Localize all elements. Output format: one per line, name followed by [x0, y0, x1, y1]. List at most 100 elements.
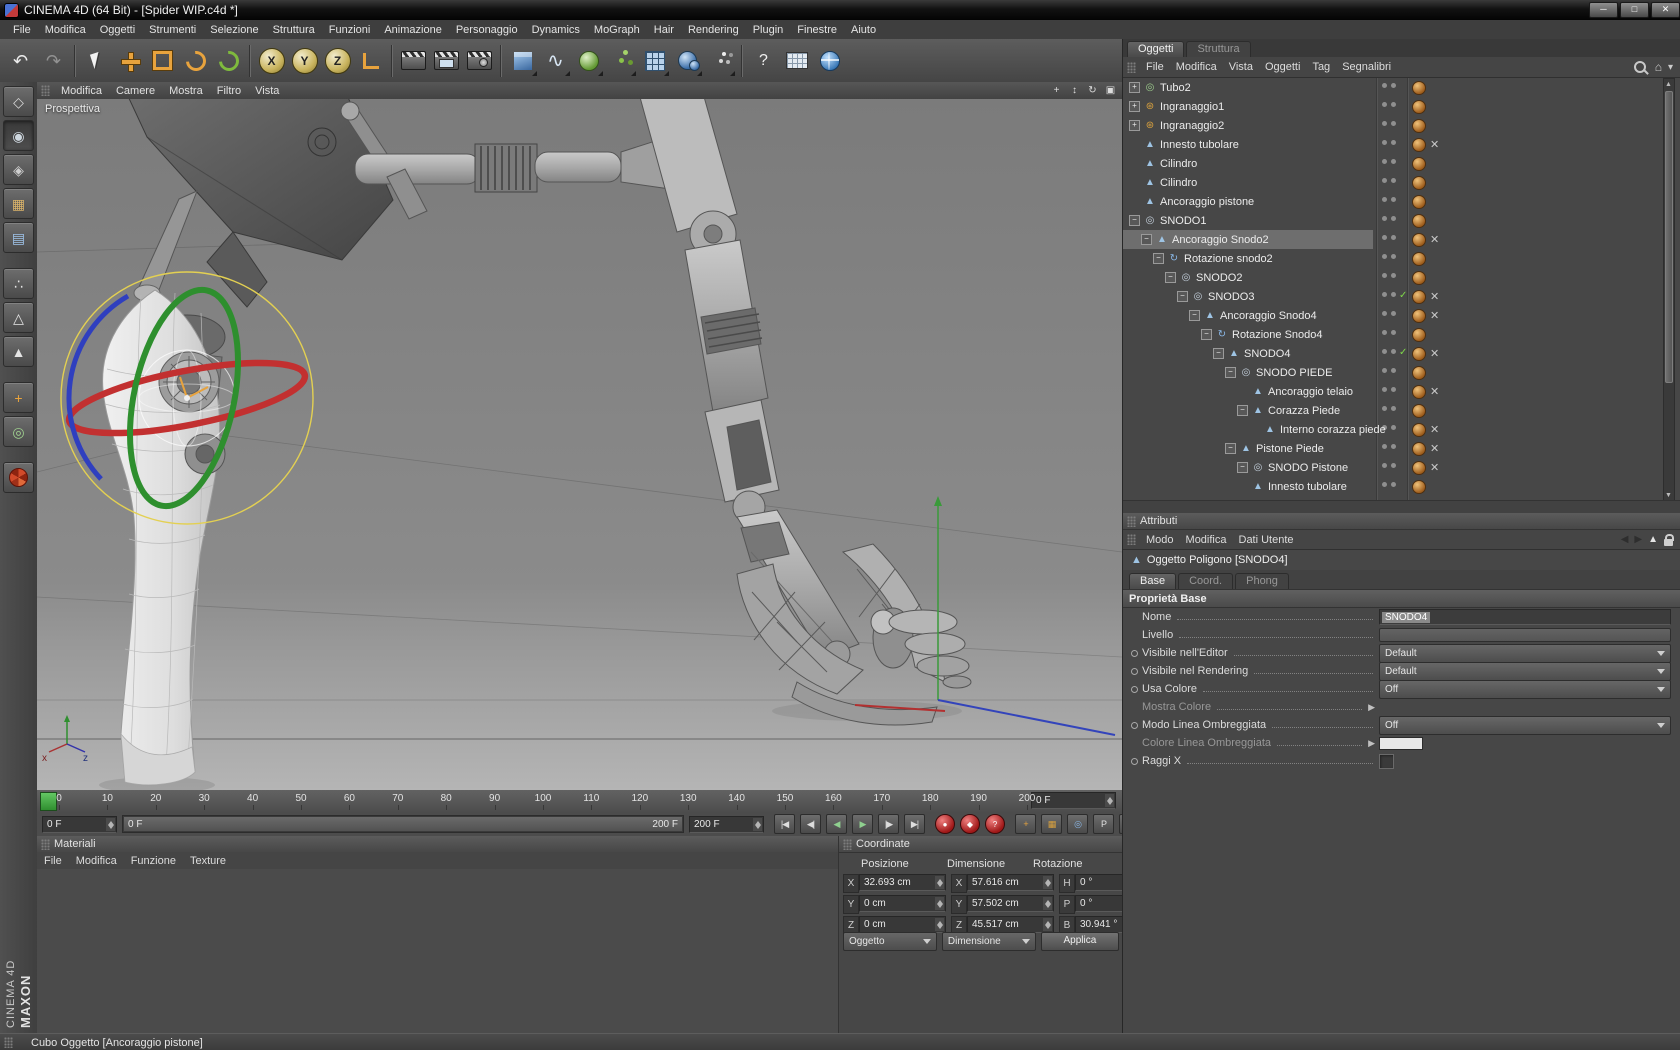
add-boole-button[interactable]	[638, 44, 671, 78]
render-settings-button[interactable]	[463, 44, 496, 78]
tree-item-rotazione-snodo4[interactable]: − ↻ Rotazione Snodo4	[1123, 325, 1680, 344]
render-visibility-dot[interactable]	[1391, 444, 1396, 449]
om-menu-file[interactable]: File	[1140, 59, 1170, 75]
tree-item-snodo-piede[interactable]: − ◎ SNODO PIEDE	[1123, 363, 1680, 382]
editor-visibility-dot[interactable]	[1382, 482, 1387, 487]
texture-tag-icon[interactable]	[1412, 195, 1426, 209]
editor-visibility-dot[interactable]	[1382, 121, 1387, 126]
weight-tag-icon[interactable]: ✕	[1430, 386, 1439, 398]
visibility-dots[interactable]	[1382, 197, 1396, 202]
texture-tag-icon[interactable]	[1412, 119, 1426, 133]
menubar-item-funzioni[interactable]: Funzioni	[322, 22, 378, 38]
lock-z-button[interactable]: Z	[321, 44, 354, 78]
menubar-item-strumenti[interactable]: Strumenti	[142, 22, 203, 38]
weight-tag-icon[interactable]: ✕	[1430, 348, 1439, 360]
menubar-item-oggetti[interactable]: Oggetti	[93, 22, 142, 38]
lock-x-button[interactable]: X	[255, 44, 288, 78]
attributes-menu-grip[interactable]	[1127, 534, 1136, 545]
tree-item-snodo2[interactable]: − ◎ SNODO2	[1123, 268, 1680, 287]
apply-button[interactable]: Applica	[1040, 932, 1119, 951]
flyout-arrow-icon[interactable]: ▶	[1368, 738, 1375, 749]
help-button[interactable]: ?	[747, 44, 780, 78]
visibility-dots[interactable]	[1382, 235, 1396, 240]
render-visibility-dot[interactable]	[1391, 482, 1396, 487]
next-key-button[interactable]: |▶	[878, 814, 899, 834]
om-menu-segnalibri[interactable]: Segnalibri	[1336, 59, 1397, 75]
om-menu-modifica[interactable]: Modifica	[1170, 59, 1223, 75]
attr-checkbox-raggi-x[interactable]	[1379, 753, 1394, 769]
parent-object-icon[interactable]: ▲	[1648, 534, 1658, 545]
coord-field-x-1[interactable]: 57.616 cm	[967, 874, 1054, 891]
visibility-dots[interactable]	[1382, 406, 1396, 411]
enable-axis-button[interactable]: +	[3, 382, 34, 413]
editor-visibility-dot[interactable]	[1382, 235, 1387, 240]
add-metaball-button[interactable]	[671, 44, 704, 78]
materials-menu-funzione[interactable]: Funzione	[124, 853, 183, 869]
object-manager-grip[interactable]	[1127, 61, 1136, 73]
flyout-arrow-icon[interactable]: ▶	[1368, 702, 1375, 713]
visibility-dots[interactable]	[1382, 387, 1396, 392]
move-tool-button[interactable]	[113, 44, 146, 78]
texture-tag-icon[interactable]	[1412, 214, 1426, 228]
tree-item-tubo2[interactable]: + ◎ Tubo2	[1123, 78, 1680, 97]
materials-grip[interactable]	[41, 838, 50, 850]
render-visibility-dot[interactable]	[1391, 159, 1396, 164]
color-swatch[interactable]	[1379, 736, 1423, 750]
visibility-dots[interactable]	[1382, 330, 1396, 335]
live-selection-button[interactable]	[80, 44, 113, 78]
preview-range-slider[interactable]: 0 F 200 F	[122, 815, 684, 833]
tree-item-innesto-tubolare[interactable]: ▲ Innesto tubolare ✕	[1123, 135, 1680, 154]
attr-menu-dati-utente[interactable]: Dati Utente	[1233, 532, 1300, 548]
timeline-ruler[interactable]: 0 F 0 10 20 30 40 50 60 70 80 90 100 110 120 130 140 15…	[37, 790, 1122, 813]
coord-field-z-1-spinner[interactable]	[1043, 918, 1052, 931]
texture-axis-mode-button[interactable]: ◈	[3, 154, 34, 185]
spreadsheet-button[interactable]	[780, 44, 813, 78]
tree-expand-toggle[interactable]: −	[1129, 215, 1140, 226]
enabled-check-icon[interactable]: ✓	[1399, 290, 1407, 301]
rotate-tool-button[interactable]	[179, 44, 212, 78]
keyframe-selection-button[interactable]: +	[1015, 814, 1036, 834]
attr-dropdown-modo-linea-ombreggiata[interactable]: Off	[1379, 715, 1671, 735]
tree-expand-toggle[interactable]: −	[1153, 253, 1164, 264]
viewport-menu-modifica[interactable]: Modifica	[54, 84, 109, 98]
coord-field-z-0-spinner[interactable]	[935, 918, 944, 931]
tree-item-snodo3[interactable]: − ◎ SNODO3 ✓ ✕	[1123, 287, 1680, 306]
tree-item-corazza-piede[interactable]: − ▲ Corazza Piede	[1123, 401, 1680, 420]
tree-expand-toggle[interactable]: −	[1225, 443, 1236, 454]
rotate-view-icon[interactable]: ↻	[1085, 84, 1100, 97]
render-visibility-dot[interactable]	[1391, 216, 1396, 221]
viewport-canvas[interactable]: x z Prospettiva	[36, 78, 1123, 793]
texture-tag-icon[interactable]	[1412, 252, 1426, 266]
materials-menu-modifica[interactable]: Modifica	[69, 853, 124, 869]
menubar-item-rendering[interactable]: Rendering	[681, 22, 746, 38]
coordinate-system-button[interactable]	[354, 44, 387, 78]
om-menu-tag[interactable]: Tag	[1306, 59, 1336, 75]
editor-visibility-dot[interactable]	[1382, 387, 1387, 392]
camera-label[interactable]: Prospettiva	[45, 103, 100, 115]
texture-tag-icon[interactable]	[1412, 138, 1426, 152]
visibility-dots[interactable]	[1382, 311, 1396, 316]
texture-tag-icon[interactable]	[1412, 366, 1426, 380]
editor-visibility-dot[interactable]	[1382, 292, 1387, 297]
add-cube-button[interactable]	[506, 44, 539, 78]
tree-item-cilindro[interactable]: ▲ Cilindro	[1123, 173, 1680, 192]
current-frame-field[interactable]: 0 F	[1031, 792, 1116, 809]
render-visibility-dot[interactable]	[1391, 83, 1396, 88]
viewport-menu-vista[interactable]: Vista	[248, 84, 286, 98]
tree-expand-toggle[interactable]: +	[1129, 101, 1140, 112]
tree-expand-toggle[interactable]: −	[1237, 405, 1248, 416]
tree-expand-toggle[interactable]: −	[1213, 348, 1224, 359]
menubar-item-selezione[interactable]: Selezione	[203, 22, 265, 38]
lock-y-button[interactable]: Y	[288, 44, 321, 78]
render-visibility-dot[interactable]	[1391, 387, 1396, 392]
om-menu-oggetti[interactable]: Oggetti	[1259, 59, 1306, 75]
coord-size-dropdown[interactable]: Dimensione	[941, 932, 1036, 951]
texture-tag-icon[interactable]	[1412, 100, 1426, 114]
attr-dropdown-visibile-nel-rendering[interactable]: Default	[1379, 661, 1671, 681]
range-end-field-spinner[interactable]	[753, 817, 762, 831]
scroll-down-icon[interactable]: ▼	[1664, 491, 1673, 500]
options-icon[interactable]: ▾	[1668, 62, 1673, 73]
tree-item-ancoraggio-snodo2[interactable]: − ▲ Ancoraggio Snodo2 ✕	[1123, 230, 1680, 249]
render-visibility-dot[interactable]	[1391, 463, 1396, 468]
tree-item-snodo1[interactable]: − ◎ SNODO1	[1123, 211, 1680, 230]
